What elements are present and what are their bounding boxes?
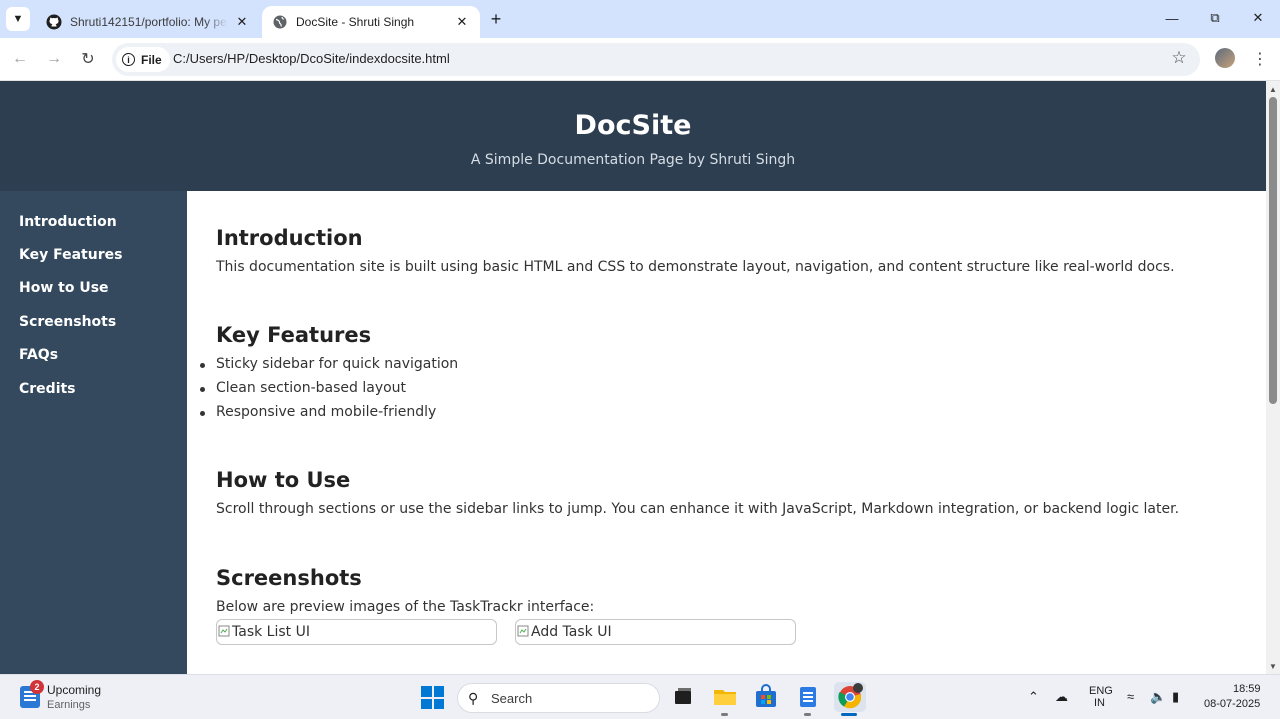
chrome-icon[interactable] [834,682,866,712]
tab-search-button[interactable]: ▼ [6,7,30,31]
store-icon[interactable] [753,684,779,710]
feature-list-item: Responsive and mobile-friendly [199,404,437,420]
new-tab-button[interactable]: + [484,8,508,30]
tab-title: DocSite - Shruti Singh [296,15,415,29]
language-code: ENG [1089,685,1113,697]
window-close-icon[interactable]: ✕ [1236,4,1280,32]
globe-icon [272,14,288,30]
section-title-how-to-use: How to Use [216,468,351,492]
clock-time[interactable]: 18:59 [1233,683,1261,695]
forward-arrow-icon[interactable]: → [42,47,66,71]
clock-date[interactable]: 08-07-2025 [1204,698,1260,710]
browser-tab-strip: ▼ Shruti142151/portfolio: My per ✕ DocSi… [0,0,1280,38]
show-hidden-icons-chevron-icon[interactable]: ⌃ [1028,689,1039,705]
running-indicator [804,713,811,716]
feature-list-item: Sticky sidebar for quick navigation [199,356,459,372]
tab-portfolio[interactable]: Shruti142151/portfolio: My per ✕ [36,6,260,38]
page-scrollbar[interactable]: ▲ ▼ [1266,81,1280,674]
screenshot-image-task-list: Task List UI [216,619,497,645]
site-info-chip[interactable]: i File [116,47,170,72]
github-icon [46,14,62,30]
scroll-down-arrow-icon[interactable]: ▼ [1268,660,1278,672]
url-text[interactable]: C:/Users/HP/Desktop/DcoSite/indexdocsite… [173,51,450,66]
search-placeholder: Search [491,691,533,706]
sidebar-item-key-features[interactable]: Key Features [19,247,122,263]
site-info-label: File [141,52,162,67]
sidebar-item-faqs[interactable]: FAQs [19,347,58,363]
broken-image-icon [517,624,531,638]
sidebar-item-credits[interactable]: Credits [19,381,76,397]
widget-subtitle: Earnings [47,699,91,711]
language-indicator[interactable]: ENG IN [1089,685,1113,709]
notepad-icon[interactable] [795,684,821,710]
section-text-how-to-use: Scroll through sections or use the sideb… [216,501,1180,517]
page-title: DocSite [574,110,692,141]
section-title-key-features: Key Features [216,323,372,347]
battery-icon[interactable]: ▮ [1172,689,1179,705]
reload-icon[interactable]: ↻ [76,47,100,71]
taskbar-search-box[interactable]: ⚲ Search [457,683,660,713]
minimize-icon[interactable]: — [1150,4,1194,32]
screenshot-image-add-task: Add Task UI [515,619,796,645]
tab-title: Shruti142151/portfolio: My per [70,15,228,29]
section-text-introduction: This documentation site is built using b… [216,259,1175,275]
more-menu-icon[interactable]: ⋮ [1252,47,1268,71]
file-explorer-icon[interactable] [712,684,738,710]
profile-avatar[interactable] [1215,48,1235,68]
feature-list-item: Clean section-based layout [199,380,407,396]
bookmark-star-icon[interactable]: ☆ [1168,47,1190,69]
sidebar: Introduction Key Features How to Use Scr… [0,191,187,674]
task-view-icon[interactable] [670,684,696,710]
sidebar-item-how-to-use[interactable]: How to Use [19,280,109,296]
chevron-down-icon: ▼ [12,13,24,25]
notification-badge: 2 [30,680,44,694]
address-bar[interactable]: i File C:/Users/HP/Desktop/DcoSite/index… [112,43,1200,76]
back-arrow-icon[interactable]: ← [8,47,32,71]
close-icon[interactable]: ✕ [454,14,470,30]
scrollbar-thumb[interactable] [1269,97,1277,404]
page-subtitle: A Simple Documentation Page by Shruti Si… [470,152,796,168]
taskbar: 2 Upcoming Earnings ⚲ Search ⌃ ☁ ENG IN … [0,674,1280,719]
info-icon: i [122,53,135,66]
widgets-button[interactable]: 2 Upcoming Earnings [18,680,138,714]
page-header: DocSite A Simple Documentation Page by S… [0,81,1266,191]
restore-icon[interactable]: ⧉ [1193,4,1237,32]
scroll-up-arrow-icon[interactable]: ▲ [1268,83,1278,95]
wifi-icon[interactable]: ≈ [1127,689,1134,704]
volume-icon[interactable]: 🔈 [1150,689,1166,705]
section-title-screenshots: Screenshots [216,566,362,590]
image-alt-text: Add Task UI [531,624,612,640]
search-icon: ⚲ [468,690,479,706]
close-icon[interactable]: ✕ [234,14,250,30]
section-title-introduction: Introduction [216,226,363,250]
sidebar-item-introduction[interactable]: Introduction [19,214,117,230]
broken-image-icon [218,624,232,638]
section-text-screenshots: Below are preview images of the TaskTrac… [216,599,595,615]
onedrive-icon[interactable]: ☁ [1055,689,1068,705]
running-indicator [721,713,728,716]
start-button[interactable] [421,686,444,709]
page-viewport: DocSite A Simple Documentation Page by S… [0,81,1266,674]
sidebar-item-screenshots[interactable]: Screenshots [19,314,116,330]
region-code: IN [1094,697,1105,709]
image-alt-text: Task List UI [232,624,310,640]
widget-title: Upcoming [47,683,102,697]
active-indicator [841,713,857,716]
tab-docsite[interactable]: DocSite - Shruti Singh ✕ [262,6,480,38]
browser-toolbar: ← → ↻ i File C:/Users/HP/Desktop/DcoSite… [0,38,1280,81]
